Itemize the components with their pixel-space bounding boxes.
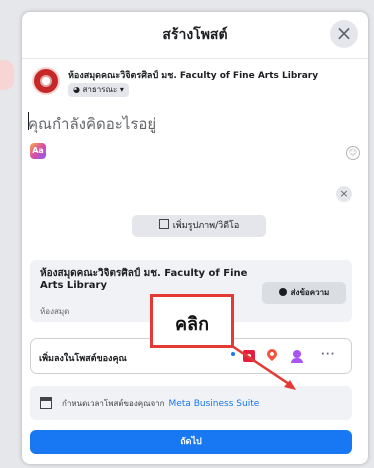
messenger-icon <box>278 288 287 296</box>
text-background-icon[interactable]: Aa <box>30 143 46 159</box>
schedule-row: กำหนดเวลาโพสต์ของคุณจาก Meta Business Sui… <box>30 386 352 420</box>
emoji-icon[interactable]: ☺ <box>346 146 360 160</box>
page-card-category: ห้องสมุด <box>40 307 70 316</box>
photo-icon <box>158 219 169 229</box>
privacy-selector[interactable]: ◕ สาธารณะ ▾ <box>68 83 129 97</box>
create-post-dialog: สร้างโพสต์ × ห้องสมุดคณะวิจิตรศิลป์ มช. … <box>22 12 368 464</box>
next-button[interactable]: ถัดไป <box>30 430 352 454</box>
background-fragment <box>0 60 14 90</box>
add-photo-video-button[interactable]: เพิ่มรูปภาพ/วิดีโอ <box>132 215 266 237</box>
send-message-button[interactable]: ส่งข้อความ <box>262 282 346 304</box>
page-card-name: ห้องสมุดคณะวิจิตรศิลป์ มช. Faculty of Fi… <box>40 268 248 291</box>
media-close-button[interactable]: × <box>336 186 352 202</box>
calendar-icon <box>40 397 52 409</box>
click-callout-label: คลิก <box>175 314 209 335</box>
schedule-text: กำหนดเวลาโพสต์ของคุณจาก Meta Business Sui… <box>62 397 259 410</box>
page-avatar <box>32 67 60 95</box>
media-upload-area[interactable]: × เพิ่มรูปภาพ/วิดีโอ <box>30 182 352 250</box>
account-name: ห้องสมุดคณะวิจิตรศิลป์ มช. Faculty of Fi… <box>68 71 319 81</box>
add-to-post-label: เพิ่มลงในโพสต์ของคุณ <box>39 354 127 364</box>
more-options-icon[interactable]: ··· <box>321 349 335 360</box>
schedule-text-label: กำหนดเวลาโพสต์ของคุณจาก <box>62 399 165 408</box>
dialog-title: สร้างโพสต์ <box>162 27 228 43</box>
send-message-label: ส่งข้อความ <box>290 288 330 297</box>
dialog-header: สร้างโพสต์ × <box>22 12 368 59</box>
location-pin-icon[interactable] <box>264 346 280 362</box>
video-icon[interactable] <box>243 350 255 362</box>
tag-people-icon[interactable] <box>291 350 303 363</box>
click-callout-box: คลิก <box>150 294 234 348</box>
add-photo-video-label: เพิ่มรูปภาพ/วิดีโอ <box>172 221 240 231</box>
meta-business-suite-link[interactable]: Meta Business Suite <box>169 399 260 409</box>
tag-dot-icon[interactable] <box>231 352 235 356</box>
post-composer-input[interactable]: คุณกำลังคิดอะไรอยู่ <box>28 112 156 136</box>
close-button[interactable]: × <box>330 20 358 48</box>
